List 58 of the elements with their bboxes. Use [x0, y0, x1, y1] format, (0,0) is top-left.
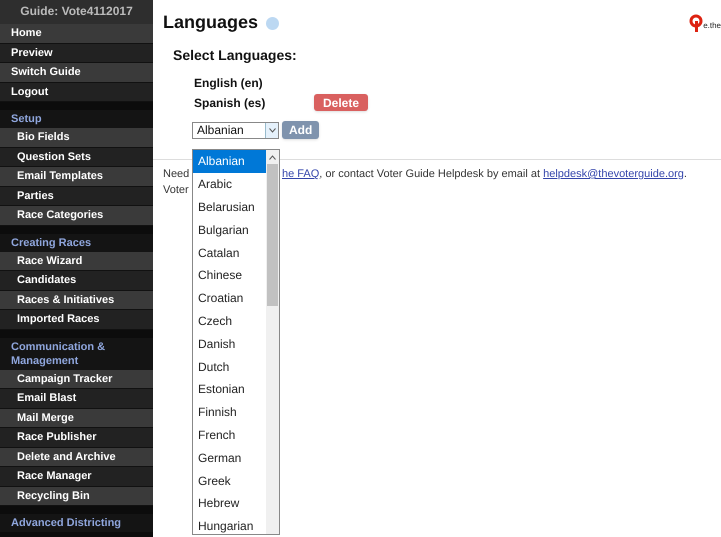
nav-link[interactable]: Campaign Tracker	[0, 370, 153, 389]
dropdown-option[interactable]: Belarusian	[193, 196, 266, 218]
info-icon[interactable]	[266, 17, 280, 30]
chevron-down-icon	[265, 122, 278, 138]
nav-link[interactable]: Delete and Archive	[0, 448, 153, 467]
dropdown-option[interactable]: Albanian	[193, 150, 266, 173]
nav-link[interactable]: Bio Fields	[0, 128, 153, 148]
dropdown-option[interactable]: Croatian	[193, 286, 266, 310]
section-title: Select Languages:	[172, 46, 298, 65]
nav-link[interactable]: Mail Merge	[0, 408, 153, 428]
nav-link[interactable]: Email Templates	[0, 167, 153, 186]
dropdown-option[interactable]: Arabic	[193, 172, 266, 196]
nav-link[interactable]: Race Categories	[0, 206, 153, 226]
dropdown-option[interactable]: Chinese	[193, 264, 266, 287]
dropdown-option[interactable]: French	[193, 424, 266, 446]
nav-link[interactable]: Race Manager	[0, 467, 153, 486]
nav-link[interactable]: Imported Races	[0, 310, 153, 330]
scrollbar-thumb[interactable]	[267, 164, 278, 306]
help-text: Voter	[163, 183, 189, 198]
dropdown-option[interactable]: Estonian	[193, 378, 266, 401]
dropdown-option[interactable]: Hungarian	[193, 514, 266, 537]
faq-link[interactable]: he FAQ	[282, 168, 320, 180]
logo: e.the	[689, 14, 721, 32]
dropdown-option[interactable]: Greek	[193, 469, 266, 492]
language-name: Spanish (es)	[194, 94, 266, 112]
language-select[interactable]: Albanian	[192, 122, 279, 138]
dropdown-option[interactable]: Czech	[193, 310, 266, 332]
email-link[interactable]: helpdesk@thevoterguide.org	[543, 168, 684, 180]
section-heading: Setup	[0, 110, 153, 128]
dropdown-option[interactable]: Finnish	[193, 400, 266, 424]
dropdown-option[interactable]: Dutch	[193, 355, 266, 378]
page-title: Languages	[163, 10, 258, 34]
section-heading: Communication & Management	[0, 338, 153, 370]
dropdown-option[interactable]: Danish	[193, 332, 266, 356]
language-name: English (en)	[194, 74, 264, 92]
dropdown-option[interactable]: Hebrew	[193, 492, 266, 515]
nav-link[interactable]: Home	[0, 24, 153, 44]
dropdown-option[interactable]: Bulgarian	[193, 218, 266, 242]
nav-link[interactable]: Recycling Bin	[0, 486, 153, 506]
nav-link[interactable]: Logout	[0, 82, 153, 102]
nav-link[interactable]: Question Sets	[0, 148, 153, 167]
nav-link[interactable]: Preview	[0, 44, 153, 63]
guide-label: Guide: Vote4112017	[0, 0, 153, 24]
scrollbar[interactable]	[266, 150, 279, 534]
nav-link[interactable]: Race Publisher	[0, 428, 153, 448]
nav-link[interactable]: Parties	[0, 186, 153, 206]
nav-link[interactable]: Email Blast	[0, 389, 153, 408]
nav-link[interactable]: Race Wizard	[0, 252, 153, 271]
help-text: he FAQ, or contact Voter Guide Helpdesk by email at helpdesk@thevoterguide.org.	[282, 167, 687, 182]
dropdown-option[interactable]: German	[193, 446, 266, 470]
section-heading: Creating Races	[0, 234, 153, 252]
help-text: Need	[163, 167, 190, 182]
nav-link[interactable]: Switch Guide	[0, 63, 153, 82]
nav-link[interactable]: Races & Initiatives	[0, 290, 153, 310]
nav-link[interactable]: Candidates	[0, 271, 153, 290]
delete-button[interactable]: Delete	[314, 94, 368, 111]
section-heading: Advanced Districting	[0, 514, 153, 532]
dropdown-option[interactable]: Catalan	[193, 241, 266, 264]
